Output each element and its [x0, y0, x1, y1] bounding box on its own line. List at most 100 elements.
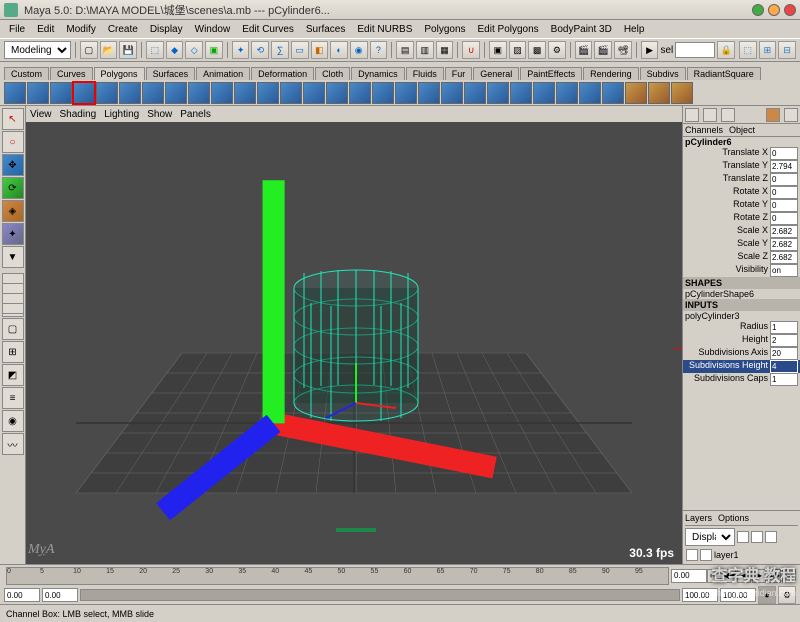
four-view-icon[interactable]: ⊞ [2, 341, 24, 363]
shelf-item-4[interactable] [96, 82, 118, 104]
vp-menu-shading[interactable]: Shading [60, 109, 97, 120]
play-fwd-icon[interactable]: ▶ [752, 569, 766, 583]
shelf-item-22[interactable] [510, 82, 532, 104]
render-icon[interactable]: ▣ [489, 41, 507, 59]
shelf-item-12[interactable] [280, 82, 302, 104]
vp-menu-view[interactable]: View [30, 109, 52, 120]
shelf-item-13[interactable] [303, 82, 325, 104]
shelf-tab-surfaces[interactable]: Surfaces [146, 67, 196, 80]
outliner-view-icon[interactable]: ≡ [2, 387, 24, 409]
layer-vis-icon[interactable] [686, 549, 698, 561]
tab-icon[interactable] [721, 108, 735, 122]
single-view-icon[interactable]: ▢ [2, 318, 24, 340]
current-time-field[interactable] [671, 569, 707, 583]
render-ipr-icon[interactable]: ▩ [528, 41, 546, 59]
shelf-item-27[interactable] [625, 82, 647, 104]
menu-bodypaint-3d[interactable]: BodyPaint 3D [546, 23, 617, 36]
history-out-icon[interactable]: ▥ [416, 41, 434, 59]
vp-menu-panels[interactable]: Panels [180, 109, 211, 120]
attr-row[interactable]: Visibilityon [683, 264, 800, 277]
selection-field[interactable] [675, 42, 715, 58]
shelf-item-9[interactable] [211, 82, 233, 104]
shelf-tab-animation[interactable]: Animation [196, 67, 250, 80]
shelf-tab-painteffects[interactable]: PaintEffects [520, 67, 582, 80]
menu-edit-polygons[interactable]: Edit Polygons [473, 23, 544, 36]
misc2-icon[interactable]: ? [370, 41, 388, 59]
layout3-icon[interactable]: ⊟ [778, 41, 796, 59]
attr-row[interactable]: Rotate Z0 [683, 212, 800, 225]
menu-create[interactable]: Create [103, 23, 143, 36]
shelf-item-15[interactable] [349, 82, 371, 104]
history-del-icon[interactable]: ▦ [436, 41, 454, 59]
shelf-item-20[interactable] [464, 82, 486, 104]
layers-tab[interactable]: Layers [685, 513, 712, 523]
snap-point-icon[interactable]: ∑ [271, 41, 289, 59]
shelf-item-26[interactable] [602, 82, 624, 104]
menu-file[interactable]: File [4, 23, 30, 36]
tab-icon[interactable] [703, 108, 717, 122]
history-in-icon[interactable]: ▤ [396, 41, 414, 59]
shelf-tab-cloth[interactable]: Cloth [315, 67, 350, 80]
shelf-item-1[interactable] [27, 82, 49, 104]
shelf-tab-custom[interactable]: Custom [4, 67, 49, 80]
open-scene-icon[interactable]: 📂 [100, 41, 118, 59]
new-scene-icon[interactable]: ▢ [80, 41, 98, 59]
attr-row[interactable]: Subdivisions Height4 [683, 360, 800, 373]
menu-edit-nurbs[interactable]: Edit NURBS [352, 23, 417, 36]
select-object-icon[interactable]: ◆ [166, 41, 184, 59]
layer-down-icon[interactable] [765, 531, 777, 543]
shelf-item-18[interactable] [418, 82, 440, 104]
time-slider[interactable]: 05101520253035404550556065707580859095 ⏮… [0, 564, 800, 586]
film3-icon[interactable]: 📽 [614, 41, 632, 59]
snap-curve-icon[interactable]: ⟲ [251, 41, 269, 59]
shelf-tab-deformation[interactable]: Deformation [251, 67, 314, 80]
layout2-icon[interactable]: ⊞ [759, 41, 777, 59]
last-tool-icon[interactable]: ▼ [2, 246, 24, 268]
close-button[interactable] [784, 4, 796, 16]
scale-tool-icon[interactable]: ◈ [2, 200, 24, 222]
menu-surfaces[interactable]: Surfaces [301, 23, 350, 36]
select-component-icon[interactable]: ◇ [185, 41, 203, 59]
shelf-tab-dynamics[interactable]: Dynamics [351, 67, 405, 80]
graph-icon[interactable]: 〰 [2, 433, 24, 455]
shelf-item-0[interactable] [4, 82, 26, 104]
lock-icon[interactable]: 🔒 [717, 41, 735, 59]
shelf-item-8[interactable] [188, 82, 210, 104]
select-hier-icon[interactable]: ▣ [205, 41, 223, 59]
display-layer-dropdown[interactable]: Display [685, 528, 735, 546]
shelf-item-24[interactable] [556, 82, 578, 104]
shelf-item-11[interactable] [257, 82, 279, 104]
shelf-item-16[interactable] [372, 82, 394, 104]
range-bar[interactable] [80, 589, 680, 601]
attr-row[interactable]: Subdivisions Axis20 [683, 347, 800, 360]
select-tool-icon[interactable]: ↖ [2, 108, 24, 130]
channels-tab[interactable]: Channels [685, 125, 723, 135]
shelf-item-5[interactable] [119, 82, 141, 104]
layer-type-icon[interactable] [700, 549, 712, 561]
move-tool-icon[interactable]: ✥ [2, 154, 24, 176]
select-mask-icon[interactable]: ⬚ [146, 41, 164, 59]
shelf-tab-general[interactable]: General [473, 67, 519, 80]
shelf-item-17[interactable] [395, 82, 417, 104]
layer-up-icon[interactable] [751, 531, 763, 543]
snap-plane-icon[interactable]: ▭ [291, 41, 309, 59]
shelf-tab-subdivs[interactable]: Subdivs [640, 67, 686, 80]
snap-grid-icon[interactable]: ✦ [232, 41, 250, 59]
shelf-tab-fluids[interactable]: Fluids [406, 67, 444, 80]
shelf-item-7[interactable] [165, 82, 187, 104]
attr-row[interactable]: Scale Z2.682 [683, 251, 800, 264]
shelf-item-2[interactable] [50, 82, 72, 104]
film2-icon[interactable]: 🎬 [594, 41, 612, 59]
manip-tool-icon[interactable]: ✦ [2, 223, 24, 245]
shelf-item-3[interactable] [73, 82, 95, 104]
attr-row[interactable]: Translate Z0 [683, 173, 800, 186]
goto-start-icon[interactable]: ⏮ [707, 569, 721, 583]
lasso-tool-icon[interactable]: ○ [2, 131, 24, 153]
play-back-icon[interactable]: ◀ [737, 569, 751, 583]
menu-edit[interactable]: Edit [32, 23, 59, 36]
attr-row[interactable]: Subdivisions Caps1 [683, 373, 800, 386]
persp-view-icon[interactable]: ◩ [2, 364, 24, 386]
object-tab[interactable]: Object [729, 125, 755, 135]
save-scene-icon[interactable]: 💾 [119, 41, 137, 59]
auto-key-icon[interactable]: ● [758, 586, 776, 604]
